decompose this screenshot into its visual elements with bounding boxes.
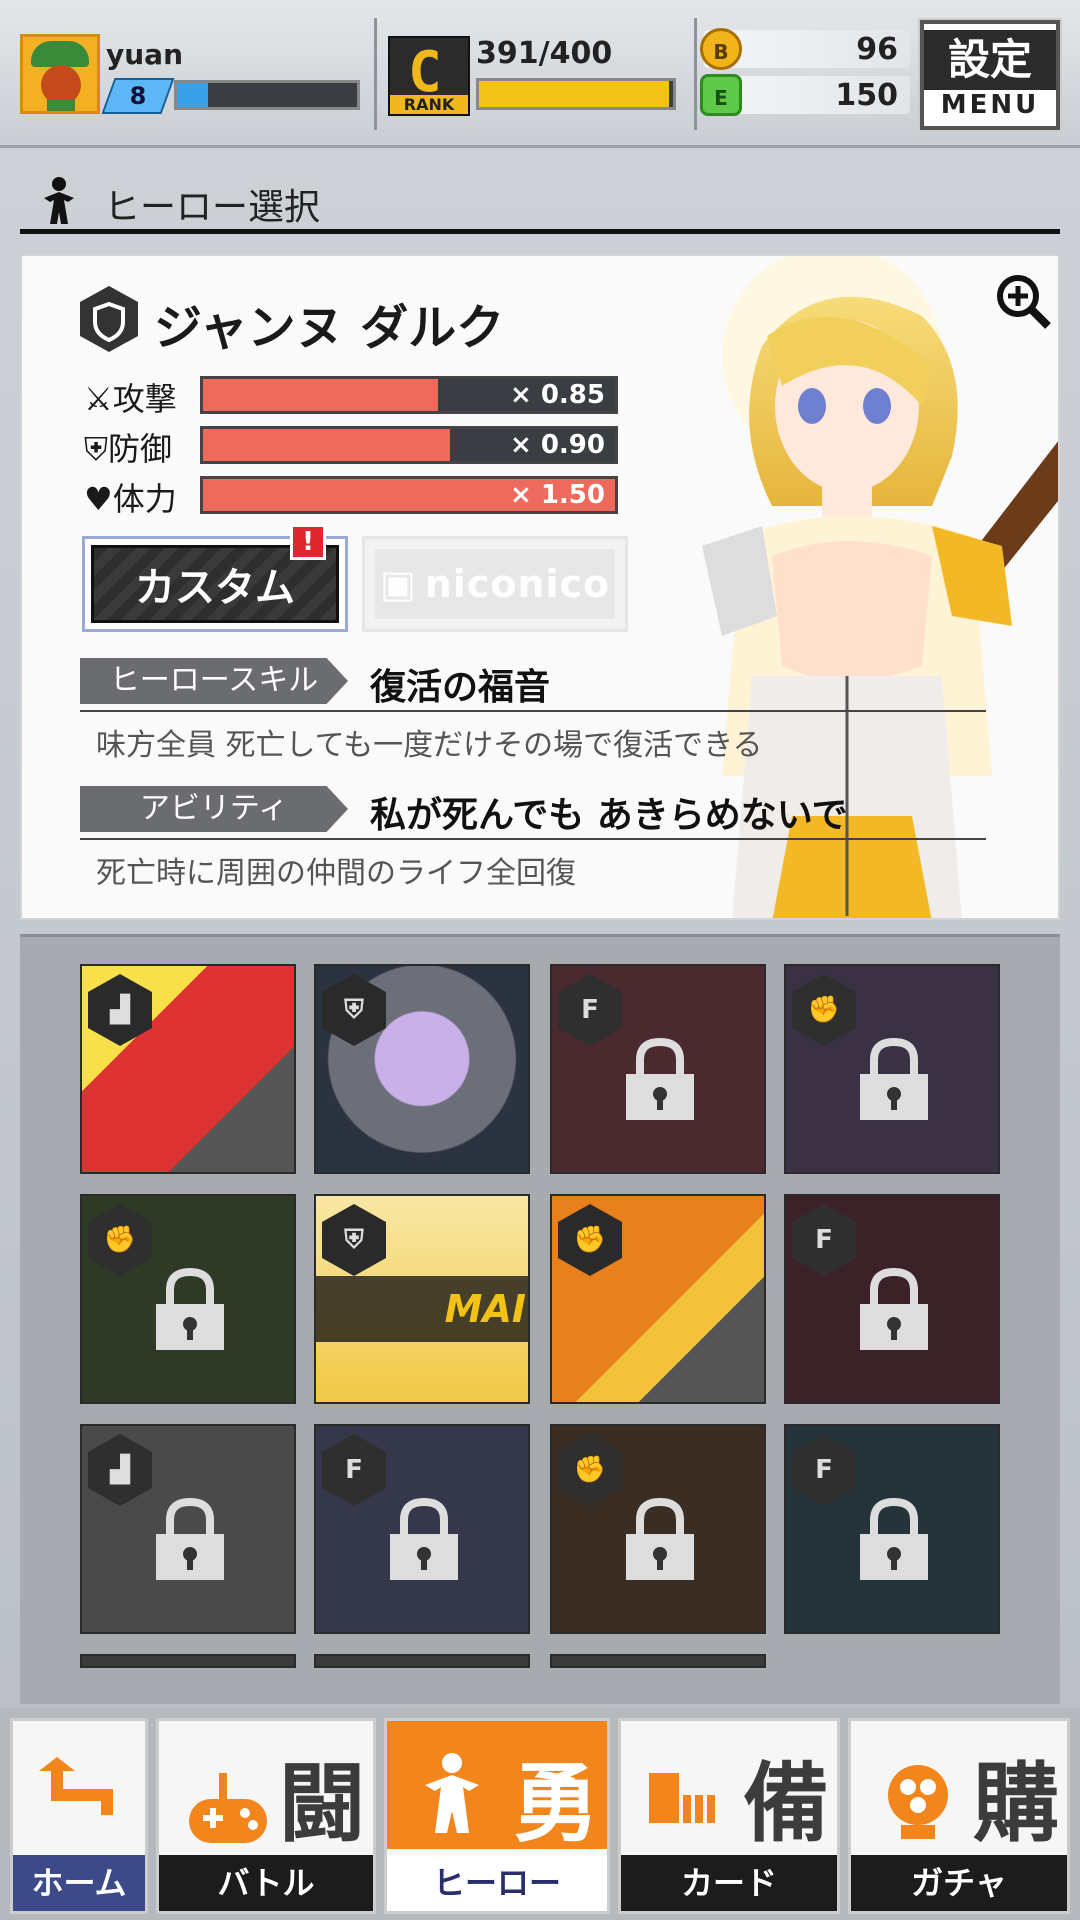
divider (694, 18, 697, 130)
hero-card-partial[interactable] (314, 1654, 530, 1668)
hero-card[interactable]: ✊ (550, 1194, 766, 1404)
username: yuan (106, 38, 184, 71)
level-badge: 8 (101, 78, 175, 114)
hero-card[interactable]: ⛨ (314, 964, 530, 1174)
zoom-in-icon[interactable] (994, 272, 1054, 332)
coin-b-icon: B (700, 28, 742, 70)
niconico-button[interactable]: ▣ niconico (362, 536, 628, 632)
hero-skill-desc: 味方全員 死亡しても一度だけその場で復活できる (96, 728, 763, 763)
hero-card-locked[interactable]: F (784, 1194, 1000, 1404)
gun-icon: F (558, 974, 622, 1046)
nav-hero[interactable]: 勇 ヒーロー (384, 1718, 610, 1914)
nav-battle[interactable]: 闘 バトル (156, 1718, 376, 1914)
hero-card-locked[interactable]: ✊ (784, 964, 1000, 1174)
rank-badge: C RANK (388, 36, 470, 116)
shield-class-icon (80, 286, 138, 352)
gacha-capsule-icon (888, 1765, 948, 1839)
lock-icon (390, 1497, 458, 1580)
top-status-bar: yuan 8 C RANK 391/400 B 96 E 150 設定 MENU (0, 0, 1080, 148)
hero-card-locked[interactable]: F (784, 1424, 1000, 1634)
boot-icon: ▟ (88, 1434, 152, 1506)
xp-bar (174, 80, 360, 110)
hero-icon (425, 1753, 479, 1833)
hero-card-locked[interactable]: F (314, 1424, 530, 1634)
stamina-bar (476, 78, 676, 110)
player-avatar[interactable] (20, 34, 100, 114)
hero-name: ジャンヌ ダルク (154, 300, 505, 356)
currency-e: E 150 (700, 74, 910, 116)
gun-icon: F (792, 1204, 856, 1276)
lock-icon (626, 1037, 694, 1120)
heart-icon: ♥ (84, 480, 113, 518)
hero-card-locked[interactable]: ▟ (80, 1424, 296, 1634)
lock-icon (860, 1497, 928, 1580)
divider (374, 18, 377, 130)
fist-icon: ✊ (792, 974, 856, 1046)
selected-tag: MAI (316, 1276, 528, 1342)
gamepad-icon (189, 1773, 267, 1843)
nav-gacha[interactable]: 購 ガチャ (848, 1718, 1070, 1914)
sword-icon: ⚔ (84, 380, 113, 418)
lock-icon (156, 1497, 224, 1580)
fist-icon: ✊ (558, 1434, 622, 1506)
hero-card-partial[interactable] (550, 1654, 766, 1668)
nav-card[interactable]: 備 カード (618, 1718, 840, 1914)
currency-b: B 96 (700, 28, 910, 70)
shield-icon: ⛨ (322, 1204, 386, 1276)
ability-tag: アビリティ (80, 786, 348, 832)
fist-icon: ✊ (558, 1204, 622, 1276)
shield-icon: ⛨ (84, 430, 109, 468)
gun-icon: F (792, 1434, 856, 1506)
tv-icon: ▣ (379, 562, 417, 606)
lock-icon (156, 1267, 224, 1350)
lock-icon (860, 1267, 928, 1350)
ability-desc: 死亡時に周囲の仲間のライフ全回復 (96, 856, 576, 891)
hero-skill-tag: ヒーロースキル (80, 658, 348, 704)
hero-card-partial[interactable] (80, 1654, 296, 1668)
hero-skill-name: 復活の福音 (370, 667, 551, 708)
bottom-nav: ホーム 闘 バトル 勇 ヒーロー 備 カード 購 ガチャ (0, 1708, 1080, 1920)
shield-icon: ⛨ (322, 974, 386, 1046)
lock-icon (626, 1497, 694, 1580)
hero-card[interactable]: ▟ (80, 964, 296, 1174)
fist-icon: ✊ (88, 1204, 152, 1276)
energy-e-icon: E (700, 74, 742, 116)
alert-badge: ! (290, 524, 326, 560)
return-arrow-icon (39, 1757, 113, 1815)
lock-icon (860, 1037, 928, 1120)
page-title: ヒーロー選択 (104, 187, 321, 228)
section-header: ヒーロー選択 (20, 168, 1060, 234)
cards-icon (649, 1773, 715, 1823)
boot-icon: ▟ (88, 974, 152, 1046)
hero-card-locked[interactable]: ✊ (550, 1424, 766, 1634)
ability-name: 私が死んでも あきらめないで (370, 795, 848, 836)
stamina-value: 391/400 (476, 36, 613, 71)
menu-button[interactable]: 設定 MENU (920, 20, 1060, 130)
hero-icon (44, 177, 74, 224)
hero-card-locked[interactable]: ✊ (80, 1194, 296, 1404)
hero-card-locked[interactable]: F (550, 964, 766, 1174)
nav-home[interactable]: ホーム (10, 1718, 148, 1914)
hero-card-selected[interactable]: ⛨ MAI (314, 1194, 530, 1404)
gun-icon: F (322, 1434, 386, 1506)
